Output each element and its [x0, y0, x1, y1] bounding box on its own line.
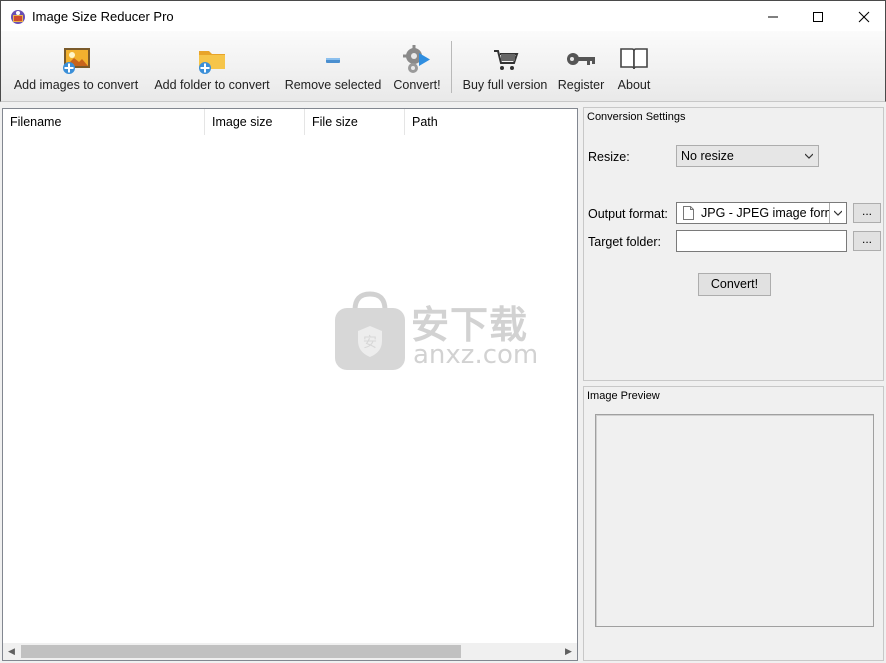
about-button[interactable]: About: [611, 31, 657, 101]
svg-text:安: 安: [363, 335, 377, 351]
add-image-icon: [63, 48, 90, 74]
scroll-left-arrow-icon[interactable]: ◀: [3, 643, 20, 660]
close-icon: [858, 11, 870, 22]
file-list[interactable]: Filename Image size File size Path ◀ ▶: [2, 108, 578, 661]
column-path[interactable]: Path: [405, 109, 577, 135]
document-icon: [683, 206, 694, 220]
add-images-button[interactable]: Add images to convert: [9, 31, 143, 101]
add-folder-button[interactable]: Add folder to convert: [149, 31, 275, 101]
output-format-select[interactable]: JPG - JPEG image form: [676, 202, 847, 224]
chevron-down-icon: [834, 210, 842, 216]
scroll-right-arrow-icon[interactable]: ▶: [560, 643, 577, 660]
target-folder-input[interactable]: [676, 230, 847, 252]
add-folder-icon: [199, 51, 225, 74]
watermark-en-text: anxz.com: [413, 340, 539, 370]
key-icon: [567, 53, 595, 65]
minimize-button[interactable]: [750, 1, 796, 32]
output-format-value: JPG - JPEG image form: [701, 206, 836, 220]
close-button[interactable]: [841, 1, 886, 32]
minimize-icon: [768, 16, 778, 17]
maximize-button[interactable]: [795, 1, 841, 32]
toolbar: Add images to convert Add folder to conv…: [0, 31, 886, 102]
column-filename[interactable]: Filename: [3, 109, 205, 135]
scrollbar-thumb[interactable]: [21, 645, 461, 658]
resize-value: No resize: [681, 149, 734, 163]
column-file-size[interactable]: File size: [305, 109, 405, 135]
app-icon: [11, 10, 25, 24]
add-folder-label: Add folder to convert: [154, 78, 270, 92]
convert-toolbar-label: Convert!: [393, 78, 441, 92]
minus-icon: [326, 58, 340, 63]
output-format-dropdown[interactable]: [829, 203, 846, 223]
watermark-bag-icon: 安: [335, 291, 405, 370]
chevron-down-icon: [805, 153, 813, 159]
column-image-size[interactable]: Image size: [205, 109, 305, 135]
conversion-settings-title: Conversion Settings: [587, 111, 686, 123]
remove-selected-label: Remove selected: [284, 78, 382, 92]
gear-play-icon: [403, 45, 430, 73]
title-bar: Image Size Reducer Pro: [0, 0, 886, 31]
target-folder-label: Target folder:: [588, 235, 661, 249]
shopping-cart-icon: [494, 50, 519, 70]
register-button[interactable]: Register: [553, 31, 609, 101]
window-title: Image Size Reducer Pro: [32, 9, 174, 24]
resize-label: Resize:: [588, 150, 630, 164]
conversion-settings-panel: Conversion Settings Resize: No resize Ou…: [583, 107, 884, 381]
about-label: About: [617, 78, 651, 92]
image-preview-title: Image Preview: [587, 390, 660, 402]
image-preview-panel: Image Preview: [583, 386, 884, 661]
list-header: Filename Image size File size Path: [3, 109, 577, 135]
resize-select[interactable]: No resize: [676, 145, 819, 167]
convert-button[interactable]: Convert!: [698, 273, 771, 296]
buy-full-version-label: Buy full version: [462, 78, 548, 92]
convert-toolbar-button[interactable]: Convert!: [389, 31, 445, 101]
horizontal-scrollbar[interactable]: ◀ ▶: [3, 643, 577, 660]
toolbar-separator: [451, 41, 452, 93]
book-icon: [620, 48, 648, 70]
watermark: 安 安下载 anxz.com: [333, 290, 553, 372]
output-format-browse-button[interactable]: ...: [853, 203, 881, 223]
register-label: Register: [557, 78, 605, 92]
target-folder-browse-button[interactable]: ...: [853, 231, 881, 251]
buy-full-version-button[interactable]: Buy full version: [459, 31, 551, 101]
image-preview-area: [595, 414, 874, 627]
add-images-label: Add images to convert: [13, 78, 139, 92]
output-format-label: Output format:: [588, 207, 668, 221]
remove-selected-button[interactable]: Remove selected: [281, 31, 385, 101]
maximize-icon: [813, 11, 823, 22]
